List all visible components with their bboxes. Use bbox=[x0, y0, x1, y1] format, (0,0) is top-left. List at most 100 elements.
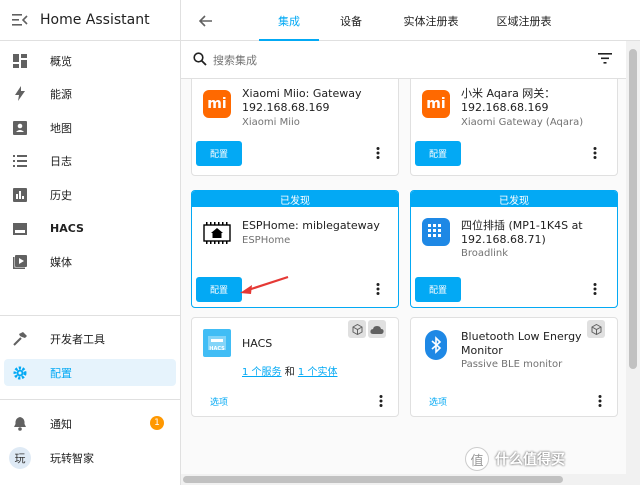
bluetooth-icon bbox=[425, 330, 447, 360]
media-icon bbox=[4, 254, 36, 269]
configure-button[interactable]: 配置 bbox=[196, 277, 242, 302]
back-button[interactable] bbox=[195, 10, 217, 32]
esphome-logo-icon bbox=[201, 221, 233, 245]
dots-vertical-icon bbox=[593, 283, 597, 295]
more-options-button[interactable] bbox=[587, 279, 603, 299]
card-ip: 192.168.68.169 bbox=[242, 101, 330, 114]
card-title: 小米 Aqara 网关： bbox=[461, 87, 556, 100]
broadlink-logo-icon bbox=[422, 218, 450, 246]
tab-devices[interactable]: 设备 bbox=[321, 0, 381, 41]
options-button[interactable]: 选项 bbox=[210, 395, 228, 408]
avatar: 玩 bbox=[9, 446, 31, 469]
watermark-text: 什么值得买 bbox=[495, 452, 565, 468]
sidebar-item-overview[interactable]: 概览 bbox=[4, 47, 176, 74]
sidebar-item-label: 地图 bbox=[50, 121, 72, 135]
dots-vertical-icon bbox=[376, 283, 380, 295]
sidebar-item-label: 开发者工具 bbox=[50, 332, 105, 346]
sidebar-item-logbook[interactable]: 日志 bbox=[4, 147, 176, 174]
sidebar-item-developer-tools[interactable]: 开发者工具 bbox=[4, 325, 176, 352]
hacs-icon bbox=[4, 222, 36, 235]
more-options-button[interactable] bbox=[592, 391, 608, 411]
card-subtitle: Xiaomi Gateway (Aqara) bbox=[461, 117, 584, 128]
xiaomi-logo-icon: mi bbox=[203, 90, 231, 118]
menu-collapse-icon bbox=[12, 14, 28, 26]
custom-integration-badge bbox=[587, 320, 605, 338]
menu-toggle-button[interactable] bbox=[0, 0, 40, 41]
bell-icon bbox=[4, 416, 36, 431]
sidebar: Home Assistant 概览 能源 地图 日志 历史 HACS 媒体 开发… bbox=[0, 0, 181, 485]
user-name: 玩转智家 bbox=[50, 451, 94, 465]
lightning-icon bbox=[4, 86, 36, 101]
card-subtitle: Passive BLE monitor bbox=[461, 359, 563, 370]
more-options-button[interactable] bbox=[370, 143, 386, 163]
horizontal-scrollbar[interactable] bbox=[181, 474, 626, 485]
sidebar-item-hacs[interactable]: HACS bbox=[4, 215, 176, 242]
sidebar-item-media[interactable]: 媒体 bbox=[4, 248, 176, 275]
sidebar-item-config[interactable]: 配置 bbox=[4, 359, 176, 386]
configure-button[interactable]: 配置 bbox=[196, 141, 242, 166]
tab-areas[interactable]: 区域注册表 bbox=[483, 0, 565, 41]
options-button[interactable]: 选项 bbox=[429, 395, 447, 408]
entities-link[interactable]: 1 个实体 bbox=[298, 367, 338, 378]
card-title-line2: Monitor bbox=[461, 344, 503, 357]
card-title: 四位排插 (MP1-1K4S at bbox=[461, 219, 583, 232]
notification-count-badge: 1 bbox=[150, 416, 164, 430]
sidebar-divider bbox=[0, 399, 181, 400]
card-title: Xiaomi Miio: Gateway bbox=[242, 87, 362, 100]
sidebar-item-label: 能源 bbox=[50, 87, 72, 101]
sidebar-item-label: 配置 bbox=[50, 366, 72, 380]
sidebar-item-label: HACS bbox=[50, 222, 84, 235]
integration-card-xiaomi-miio: mi Xiaomi Miio: Gateway 192.168.68.169 X… bbox=[191, 79, 399, 176]
configure-button[interactable]: 配置 bbox=[415, 277, 461, 302]
card-ip: 192.168.68.71) bbox=[461, 233, 546, 246]
sidebar-item-label: 日志 bbox=[50, 154, 72, 168]
tab-integrations[interactable]: 集成 bbox=[259, 0, 319, 41]
services-link[interactable]: 1 个服务 bbox=[242, 367, 282, 378]
scroll-thumb[interactable] bbox=[629, 49, 637, 369]
watermark-logo-icon: 值 bbox=[465, 447, 489, 471]
custom-integration-badge bbox=[348, 320, 366, 338]
sidebar-item-label: 概览 bbox=[50, 54, 72, 68]
filter-icon[interactable] bbox=[598, 53, 612, 64]
cloud-icon bbox=[370, 325, 384, 334]
bar-chart-icon bbox=[4, 187, 36, 202]
card-links: 1 个服务 和 1 个实体 bbox=[242, 367, 338, 378]
sidebar-item-energy[interactable]: 能源 bbox=[4, 80, 176, 107]
cube-icon bbox=[591, 323, 601, 335]
discovered-header: 已发现 bbox=[411, 191, 617, 207]
vertical-scrollbar[interactable] bbox=[626, 41, 640, 485]
sidebar-header: Home Assistant bbox=[0, 0, 180, 41]
sidebar-item-notifications[interactable]: 通知 1 bbox=[4, 410, 176, 437]
cube-icon bbox=[352, 323, 362, 335]
card-subtitle: ESPHome bbox=[242, 235, 291, 246]
more-options-button[interactable] bbox=[373, 391, 389, 411]
card-ip: 192.168.68.169 bbox=[461, 101, 549, 114]
map-person-icon bbox=[4, 120, 36, 135]
list-icon bbox=[4, 154, 36, 167]
sidebar-item-user[interactable]: 玩 玩转智家 bbox=[4, 444, 176, 471]
sidebar-divider bbox=[0, 315, 181, 316]
sidebar-item-label: 历史 bbox=[50, 188, 72, 202]
tab-entities[interactable]: 实体注册表 bbox=[391, 0, 471, 41]
more-options-button[interactable] bbox=[370, 279, 386, 299]
more-options-button[interactable] bbox=[587, 143, 603, 163]
sidebar-item-label: 媒体 bbox=[50, 255, 72, 269]
integration-card-hacs: HACS HACS 1 个服务 和 1 个实体 选项 bbox=[191, 317, 399, 417]
card-subtitle: Xiaomi Miio bbox=[242, 117, 300, 128]
scroll-thumb[interactable] bbox=[183, 476, 563, 483]
integration-card-broadlink: 已发现 四位排插 (MP1-1K4S at 192.168.68.71) Bro… bbox=[410, 190, 618, 308]
top-tab-bar: 集成 设备 实体注册表 区域注册表 bbox=[181, 0, 640, 41]
search-bar bbox=[181, 41, 626, 79]
card-title: ESPHome: miblegateway bbox=[242, 219, 380, 232]
configure-button[interactable]: 配置 bbox=[415, 141, 461, 166]
search-input[interactable] bbox=[213, 51, 573, 69]
card-title: Bluetooth Low Energy bbox=[461, 330, 582, 343]
sidebar-item-history[interactable]: 历史 bbox=[4, 181, 176, 208]
search-icon bbox=[193, 52, 207, 66]
sidebar-item-map[interactable]: 地图 bbox=[4, 114, 176, 141]
discovered-header: 已发现 bbox=[192, 191, 398, 207]
hammer-icon bbox=[4, 331, 36, 346]
dots-vertical-icon bbox=[598, 395, 602, 407]
dots-vertical-icon bbox=[593, 147, 597, 159]
annotation-arrow-icon bbox=[240, 275, 289, 294]
